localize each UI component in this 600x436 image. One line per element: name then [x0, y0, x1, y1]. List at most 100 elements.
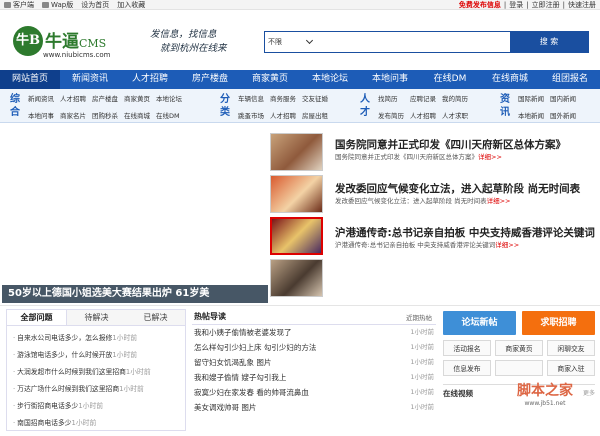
subnav-link[interactable]: 房屋出租 [302, 110, 328, 120]
subnav-link[interactable]: 人才招聘 [60, 93, 86, 103]
list-item[interactable]: 步行街招商电话多少1小时前 [13, 398, 179, 415]
subnav-link[interactable]: 交友征婚 [302, 93, 328, 103]
subnav-link[interactable]: 人才招聘 [410, 110, 436, 120]
subnav-link[interactable]: 房产楼盘 [92, 93, 118, 103]
nav-realestate[interactable]: 房产楼盘 [180, 70, 240, 89]
headline-item: 国务院同意并正式印发《四川天府新区总体方案》 国务院同意并正式印发《四川天府新区… [335, 138, 597, 163]
nav-group[interactable]: 组团报名 [540, 70, 600, 89]
thumbnail-active[interactable] [270, 217, 323, 255]
subnav-link[interactable]: 发布简历 [378, 110, 404, 120]
subnav-link[interactable]: 人才求职 [442, 110, 468, 120]
subnav-link[interactable]: 本地问事 [28, 110, 54, 120]
subnav-link[interactable]: 商务服务 [270, 93, 296, 103]
tab-pending[interactable]: 待解决 [67, 310, 126, 325]
add-favorite-link[interactable]: 加入收藏 [117, 0, 145, 10]
subnav-link[interactable]: 国际新闻 [518, 93, 544, 103]
quick-register-link[interactable]: 快速注册 [568, 0, 596, 10]
headline-summary: 沪港通传奇:总书记亲自拍板 中央支持威香港评论关键词详细>> [335, 241, 520, 249]
section-title: 在线视频 [443, 389, 473, 398]
subnav-link[interactable]: 我的简历 [442, 93, 468, 103]
subnav-link[interactable]: 国内新闻 [550, 93, 576, 103]
tab-resolved[interactable]: 已解决 [126, 310, 185, 325]
list-item[interactable]: 自来水公司电话多少，怎么报修1小时前 [13, 330, 179, 347]
logo-mark: 牛B [13, 26, 43, 56]
subnav-link[interactable]: 在线DM [156, 110, 182, 120]
forum-new-posts-button[interactable]: 论坛新帖 [443, 311, 516, 335]
list-item[interactable]: 怎么样勾引少妇上床 勾引少妇的方法 1小时前 [192, 340, 436, 355]
list-item[interactable]: 游泳馆电话多少，什么时候开放1小时前 [13, 347, 179, 364]
subnav-link[interactable]: 人才招聘 [270, 110, 296, 120]
list-item[interactable]: 大润发超市什么时候到我们这里招商1小时前 [13, 364, 179, 381]
list-item[interactable]: 南国招商电话多少1小时前 [13, 415, 179, 432]
business-directory-link[interactable]: 商家黄页 [495, 340, 543, 356]
chevron-down-icon[interactable] [305, 36, 314, 45]
subnav-link[interactable]: 商家黄页 [124, 93, 150, 103]
subnav-group-general: 综合 新闻资讯 人才招聘 房产楼盘 商家黄页 本地论坛 本地问事 商家名片 团购… [8, 89, 213, 123]
list-item[interactable]: 寂寞少妇在家发春 看的帅哥流鼻血 1小时前 [192, 385, 436, 400]
nav-forum[interactable]: 本地论坛 [300, 70, 360, 89]
client-link[interactable]: 客户端 [4, 0, 34, 10]
subnav-link[interactable]: 本地论坛 [156, 93, 182, 103]
thumbnail[interactable] [270, 175, 323, 213]
headline-title[interactable]: 发改委回应气候变化立法，进入起草阶段 尚无时间表 [335, 182, 597, 196]
list-item[interactable]: 我和小姨子偷情被老婆发现了 1小时前 [192, 325, 436, 340]
wap-link[interactable]: Wap版 [42, 0, 73, 10]
headline-title[interactable]: 国务院同意并正式印发《四川天府新区总体方案》 [335, 138, 597, 152]
subnav-link[interactable]: 新闻资讯 [28, 93, 54, 103]
gallery-caption[interactable]: 50岁以上德国小姐选美大赛结果出炉 61岁美 [2, 285, 268, 303]
subnav-link[interactable]: 商家名片 [60, 110, 86, 120]
register-link[interactable]: 立即注册 [532, 0, 560, 10]
merchant-join-link[interactable]: 商家入驻 [547, 360, 595, 376]
mobile-icon [42, 2, 49, 8]
login-link[interactable]: 登录 [509, 0, 523, 10]
more-link[interactable]: 详细>> [478, 153, 502, 161]
tab-all-questions[interactable]: 全部问题 [7, 310, 67, 325]
job-recruit-button[interactable]: 求职招聘 [522, 311, 595, 335]
subnav-link[interactable]: 跳蚤市场 [238, 110, 264, 120]
sub-nav: 综合 新闻资讯 人才招聘 房产楼盘 商家黄页 本地论坛 本地问事 商家名片 团购… [0, 89, 600, 123]
subnav-link[interactable]: 国外新闻 [550, 110, 576, 120]
headline-item: 发改委回应气候变化立法，进入起草阶段 尚无时间表 发改委回应气候变化立法：进入起… [335, 182, 597, 207]
subnav-link[interactable]: 车辆信息 [238, 93, 264, 103]
headline-title[interactable]: 沪港通传奇:总书记亲自拍板 中央支持威香港评论关键词 [335, 226, 597, 240]
more-link[interactable]: 详细>> [495, 241, 519, 249]
nav-yellowpages[interactable]: 商家黄页 [240, 70, 300, 89]
subnav-link[interactable]: 应聘记录 [410, 93, 436, 103]
nav-dm[interactable]: 在线DM [420, 70, 480, 89]
side-panel: 论坛新帖 求职招聘 活动报名 商家黄页 闲聊交友 信息发布 商家入驻 在线视频 … [443, 311, 595, 431]
subnav-link[interactable]: 在线商城 [124, 110, 150, 120]
subnav-tag: 分类 [220, 94, 230, 118]
post-info-link[interactable]: 信息发布 [443, 360, 491, 376]
divider: | [562, 1, 565, 9]
list-item[interactable]: 美女调戏帅哥 图片 1小时前 [192, 400, 436, 415]
recent-hot-link[interactable]: 近期热帖 [406, 312, 436, 322]
search-button[interactable]: 搜 索 [510, 32, 588, 52]
post-free-link[interactable]: 免费发布信息 [459, 0, 501, 10]
event-signup-link[interactable]: 活动报名 [443, 340, 491, 356]
main-nav: 网站首页 新闻资讯 人才招聘 房产楼盘 商家黄页 本地论坛 本地问事 在线DM … [0, 70, 600, 89]
nav-news[interactable]: 新闻资讯 [60, 70, 120, 89]
search-category-select[interactable]: 不限 [268, 37, 282, 47]
thumbnail[interactable] [270, 133, 323, 171]
list-item[interactable]: 万达广场什么时候到我们这里招商1小时前 [13, 381, 179, 398]
subnav-link[interactable]: 本地新闻 [518, 110, 544, 120]
set-homepage-link[interactable]: 设为首页 [81, 0, 109, 10]
divider [0, 305, 600, 306]
panel-title: 热帖导读 [194, 312, 226, 321]
subnav-link[interactable]: 团购秒杀 [92, 110, 118, 120]
photo-gallery[interactable]: 50岁以上德国小姐选美大赛结果出炉 61岁美 [2, 131, 268, 303]
nav-mall[interactable]: 在线商城 [480, 70, 540, 89]
list-item[interactable]: 我和嫂子偷情 嫂子勾引我上 1小时前 [192, 370, 436, 385]
subnav-link[interactable]: 找简历 [378, 93, 404, 103]
list-item[interactable]: 留守妇女饥渴乱象 图片 1小时前 [192, 355, 436, 370]
chat-friends-link[interactable]: 闲聊交友 [547, 340, 595, 356]
thumbnail[interactable] [270, 259, 323, 297]
watermark: 脚本之家 www.jb51.net [517, 383, 573, 407]
more-link[interactable]: 详细>> [487, 197, 511, 205]
nav-home[interactable]: 网站首页 [0, 70, 60, 89]
headline-summary: 发改委回应气候变化立法：进入起草阶段 尚无时间表详细>> [335, 197, 511, 205]
nav-jobs[interactable]: 人才招聘 [120, 70, 180, 89]
site-logo[interactable]: 牛B 牛逼CMS www.niubicms.com [13, 22, 138, 62]
nav-ask[interactable]: 本地问事 [360, 70, 420, 89]
subnav-tag: 资讯 [500, 94, 510, 118]
